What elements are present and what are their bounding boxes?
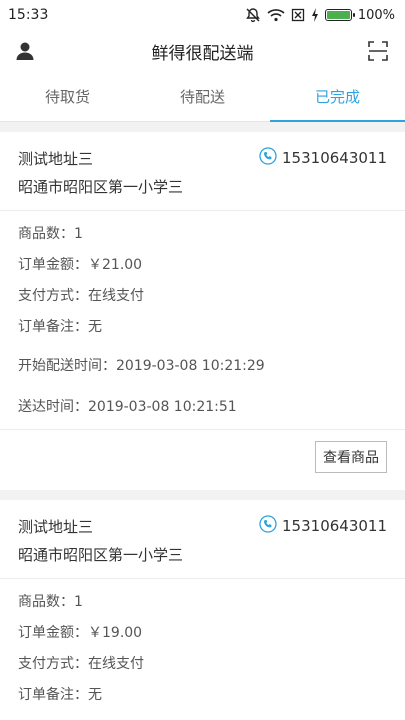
phone-icon [259, 515, 277, 537]
address-name: 测试地址三 [18, 517, 94, 536]
delivery-start-time: 开始配送时间：2019-03-08 10:21:29 [18, 358, 265, 374]
item-count: 商品数：1 [18, 226, 83, 242]
sim-icon [291, 8, 305, 22]
order-amount: 订单金额：￥21.00 [18, 257, 143, 273]
address-detail: 昭通市昭阳区第一小学三 [18, 546, 184, 564]
user-icon[interactable] [14, 40, 36, 62]
address-detail: 昭通市昭阳区第一小学三 [18, 178, 184, 196]
payment-method: 支付方式：在线支付 [18, 656, 144, 672]
payment-method: 支付方式：在线支付 [18, 288, 144, 304]
scan-icon[interactable] [367, 40, 389, 62]
status-time: 15:33 [8, 7, 49, 23]
tab-completed[interactable]: 已完成 [270, 72, 405, 122]
address-name: 测试地址三 [18, 149, 94, 168]
wifi-icon [267, 8, 285, 22]
phone-number: 15310643011 [282, 517, 387, 535]
order-info-section: 商品数：1 订单金额：￥21.00 支付方式：在线支付 订单备注：无 开始配送时… [0, 211, 405, 430]
order-info-section: 商品数：1 订单金额：￥19.00 支付方式：在线支付 订单备注：无 [0, 579, 405, 711]
tab-pending-delivery[interactable]: 待配送 [135, 72, 270, 121]
order-card: 测试地址三 15310643011 昭通市昭阳区第一小学三 商品数：1 订单金额… [0, 500, 405, 720]
battery-level [326, 11, 350, 19]
charging-icon [311, 8, 319, 22]
tab-pending-pickup[interactable]: 待取货 [0, 72, 135, 121]
app-header: 鲜得很配送端 [0, 30, 405, 72]
order-remark: 订单备注：无 [18, 687, 102, 703]
view-goods-button[interactable]: 查看商品 [315, 441, 387, 473]
phone-number: 15310643011 [282, 149, 387, 167]
bell-muted-icon [245, 7, 261, 23]
page-title: 鲜得很配送端 [151, 43, 254, 64]
status-bar: 15:33 100% [0, 0, 405, 30]
order-card: 测试地址三 15310643011 昭通市昭阳区第一小学三 商品数：1 订单金额… [0, 132, 405, 490]
phone-link[interactable]: 15310643011 [259, 147, 387, 169]
order-status-tabs: 待取货 待配送 已完成 [0, 72, 405, 122]
item-count: 商品数：1 [18, 594, 83, 610]
order-remark: 订单备注：无 [18, 319, 102, 335]
order-address-section: 测试地址三 15310643011 昭通市昭阳区第一小学三 [0, 500, 405, 579]
battery-percent: 100% [357, 7, 395, 23]
phone-icon [259, 147, 277, 169]
order-amount: 订单金额：￥19.00 [18, 625, 143, 641]
phone-link[interactable]: 15310643011 [259, 515, 387, 537]
order-address-section: 测试地址三 15310643011 昭通市昭阳区第一小学三 [0, 132, 405, 211]
delivered-time: 送达时间：2019-03-08 10:21:51 [18, 399, 237, 415]
order-actions: 查看商品 [0, 430, 405, 484]
battery-icon [324, 9, 355, 21]
status-icons: 100% [245, 7, 395, 23]
